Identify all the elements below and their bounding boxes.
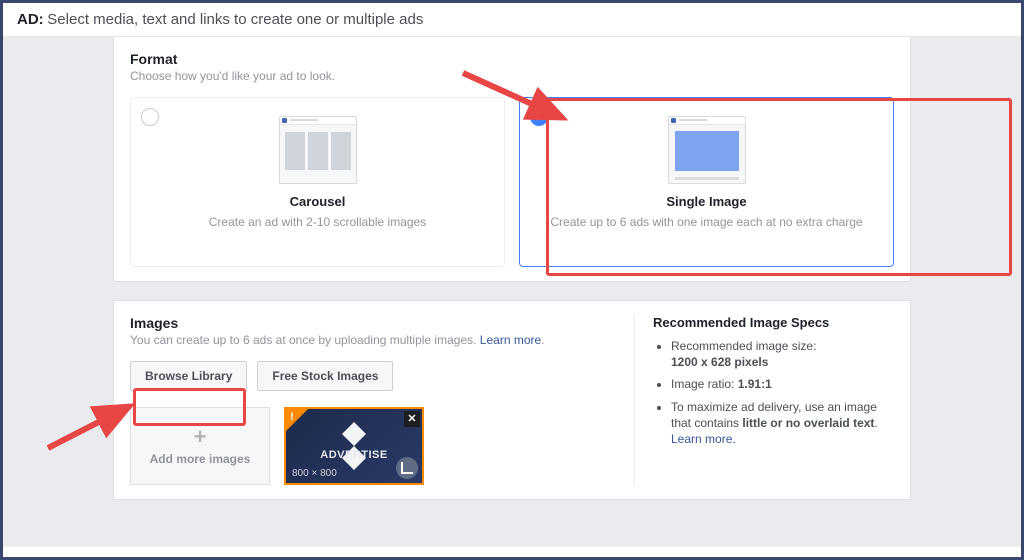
add-more-label: Add more images [150,452,251,466]
single-image-thumbnail [668,116,746,184]
spec-ratio: Image ratio: 1.91:1 [671,376,894,392]
radio-unchecked-icon [141,108,159,126]
image-graphic [330,422,378,470]
image-specs-panel: Recommended Image Specs Recommended imag… [634,315,894,485]
crop-icon[interactable] [396,457,418,479]
option-title: Single Image [530,194,883,209]
specs-title: Recommended Image Specs [653,315,894,330]
radio-checked-icon [530,108,548,126]
remove-image-button[interactable]: ✕ [404,411,420,427]
spec-size: Recommended image size: 1200 x 628 pixel… [671,338,894,370]
images-title: Images [130,315,614,331]
page-header: AD: Select media, text and links to crea… [3,3,1021,37]
format-option-single-image[interactable]: Single Image Create up to 6 ads with one… [519,97,894,267]
browse-library-button[interactable]: Browse Library [130,361,247,391]
spec-text-rule: To maximize ad delivery, use an image th… [671,399,894,448]
option-desc: Create up to 6 ads with one image each a… [530,215,883,229]
image-dimensions: 800 × 800 [292,468,337,479]
free-stock-images-button[interactable]: Free Stock Images [257,361,393,391]
format-subtitle: Choose how you'd like your ad to look. [130,69,894,83]
add-more-images-tile[interactable]: + Add more images [130,407,270,485]
format-panel: Format Choose how you'd like your ad to … [113,37,911,282]
specs-learn-more-link[interactable]: Learn more. [671,432,736,446]
images-subtitle: You can create up to 6 ads at once by up… [130,333,614,347]
warning-icon [286,409,308,431]
images-learn-more-link[interactable]: Learn more [480,333,541,347]
images-panel: Images You can create up to 6 ads at onc… [113,300,911,500]
format-option-carousel[interactable]: Carousel Create an ad with 2-10 scrollab… [130,97,505,267]
option-desc: Create an ad with 2-10 scrollable images [141,215,494,229]
option-title: Carousel [141,194,494,209]
carousel-thumbnail [279,116,357,184]
plus-icon: + [194,426,207,448]
header-prefix: AD: [17,11,44,28]
uploaded-image-tile[interactable]: ✕ ADVERTISE 800 × 800 [284,407,424,485]
header-title: Select media, text and links to create o… [47,11,423,28]
format-title: Format [130,51,894,67]
